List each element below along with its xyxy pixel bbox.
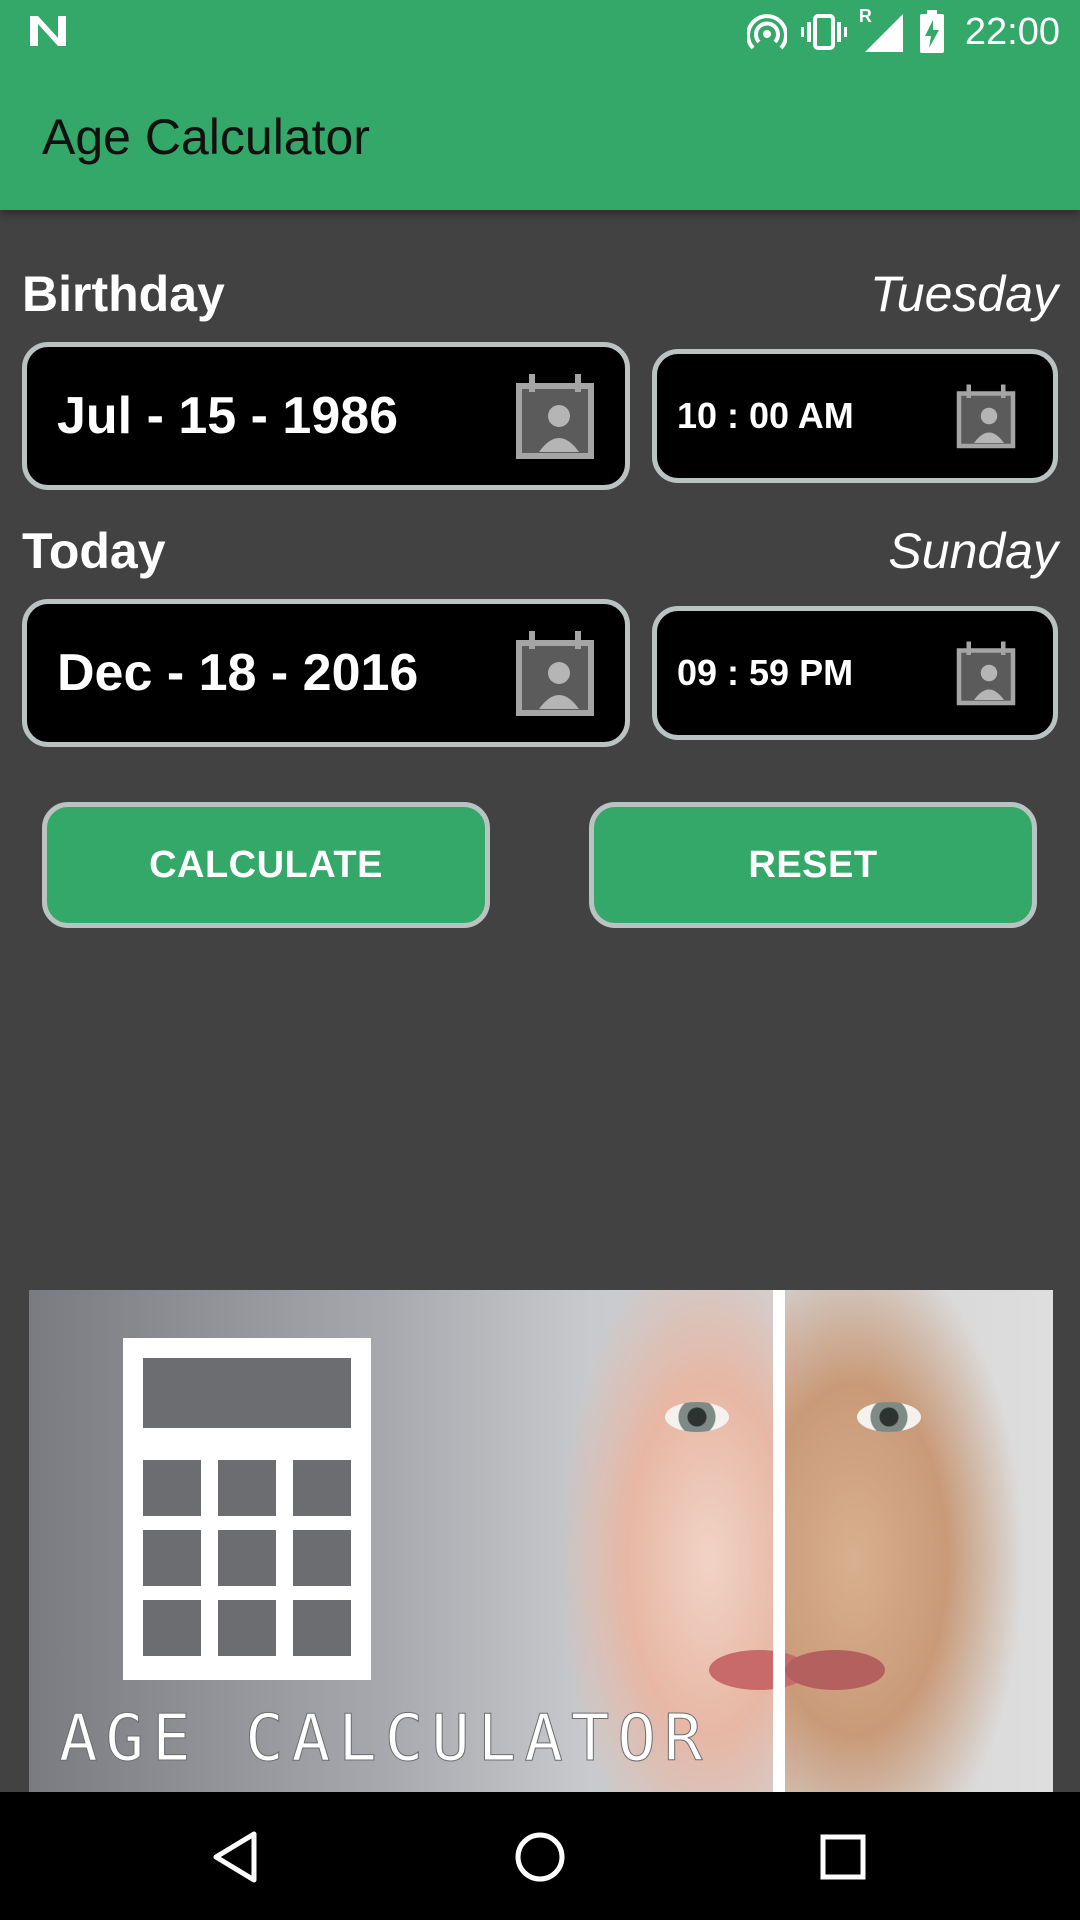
app-title: Age Calculator	[42, 109, 370, 165]
n-logo-icon	[30, 16, 66, 46]
birthday-time-value: 10 : 00 AM	[677, 395, 854, 436]
status-time: 22:00	[964, 10, 1060, 53]
back-icon[interactable]	[200, 1822, 270, 1892]
navigation-bar	[0, 1792, 1080, 1920]
battery-charging-icon	[919, 10, 944, 53]
birthday-label: Birthday	[22, 266, 225, 322]
birthday-date-value: Jul - 15 - 1986	[57, 387, 399, 445]
banner-title: AGE CALCULATOR	[58, 1702, 711, 1777]
hotspot-icon	[746, 14, 787, 50]
signal-icon: R	[859, 6, 905, 54]
app-header: R 22:00 Age Calculator	[0, 0, 1080, 210]
birthday-date-field[interactable]: Jul - 15 - 1986	[22, 342, 630, 490]
calculate-button[interactable]: CALCULATE	[42, 802, 490, 928]
calendar-contact-icon[interactable]	[515, 629, 595, 717]
vibrate-icon	[800, 14, 847, 50]
reset-button[interactable]: RESET	[589, 802, 1037, 928]
calculator-icon	[123, 1338, 371, 1680]
calendar-contact-icon[interactable]	[955, 640, 1017, 706]
birthday-weekday: Tuesday	[869, 266, 1058, 322]
recents-icon[interactable]	[808, 1822, 878, 1892]
status-bar: R 22:00	[0, 0, 1080, 64]
divider-line	[773, 1290, 785, 1792]
calendar-contact-icon[interactable]	[955, 383, 1017, 449]
eye-young	[665, 1402, 729, 1432]
today-time-field[interactable]: 09 : 59 PM	[652, 606, 1058, 740]
lips-old	[785, 1650, 885, 1690]
today-date-field[interactable]: Dec - 18 - 2016	[22, 599, 630, 747]
birthday-time-field[interactable]: 10 : 00 AM	[652, 349, 1058, 483]
today-date-value: Dec - 18 - 2016	[57, 644, 419, 702]
eye-old	[857, 1402, 921, 1432]
today-weekday: Sunday	[888, 523, 1058, 579]
old-face-image	[784, 1290, 1053, 1792]
calendar-contact-icon[interactable]	[515, 372, 595, 460]
age-calculator-banner: AGE CALCULATOR	[29, 1290, 1053, 1792]
home-icon[interactable]	[505, 1822, 575, 1892]
today-time-value: 09 : 59 PM	[677, 652, 854, 693]
today-label: Today	[22, 523, 166, 579]
